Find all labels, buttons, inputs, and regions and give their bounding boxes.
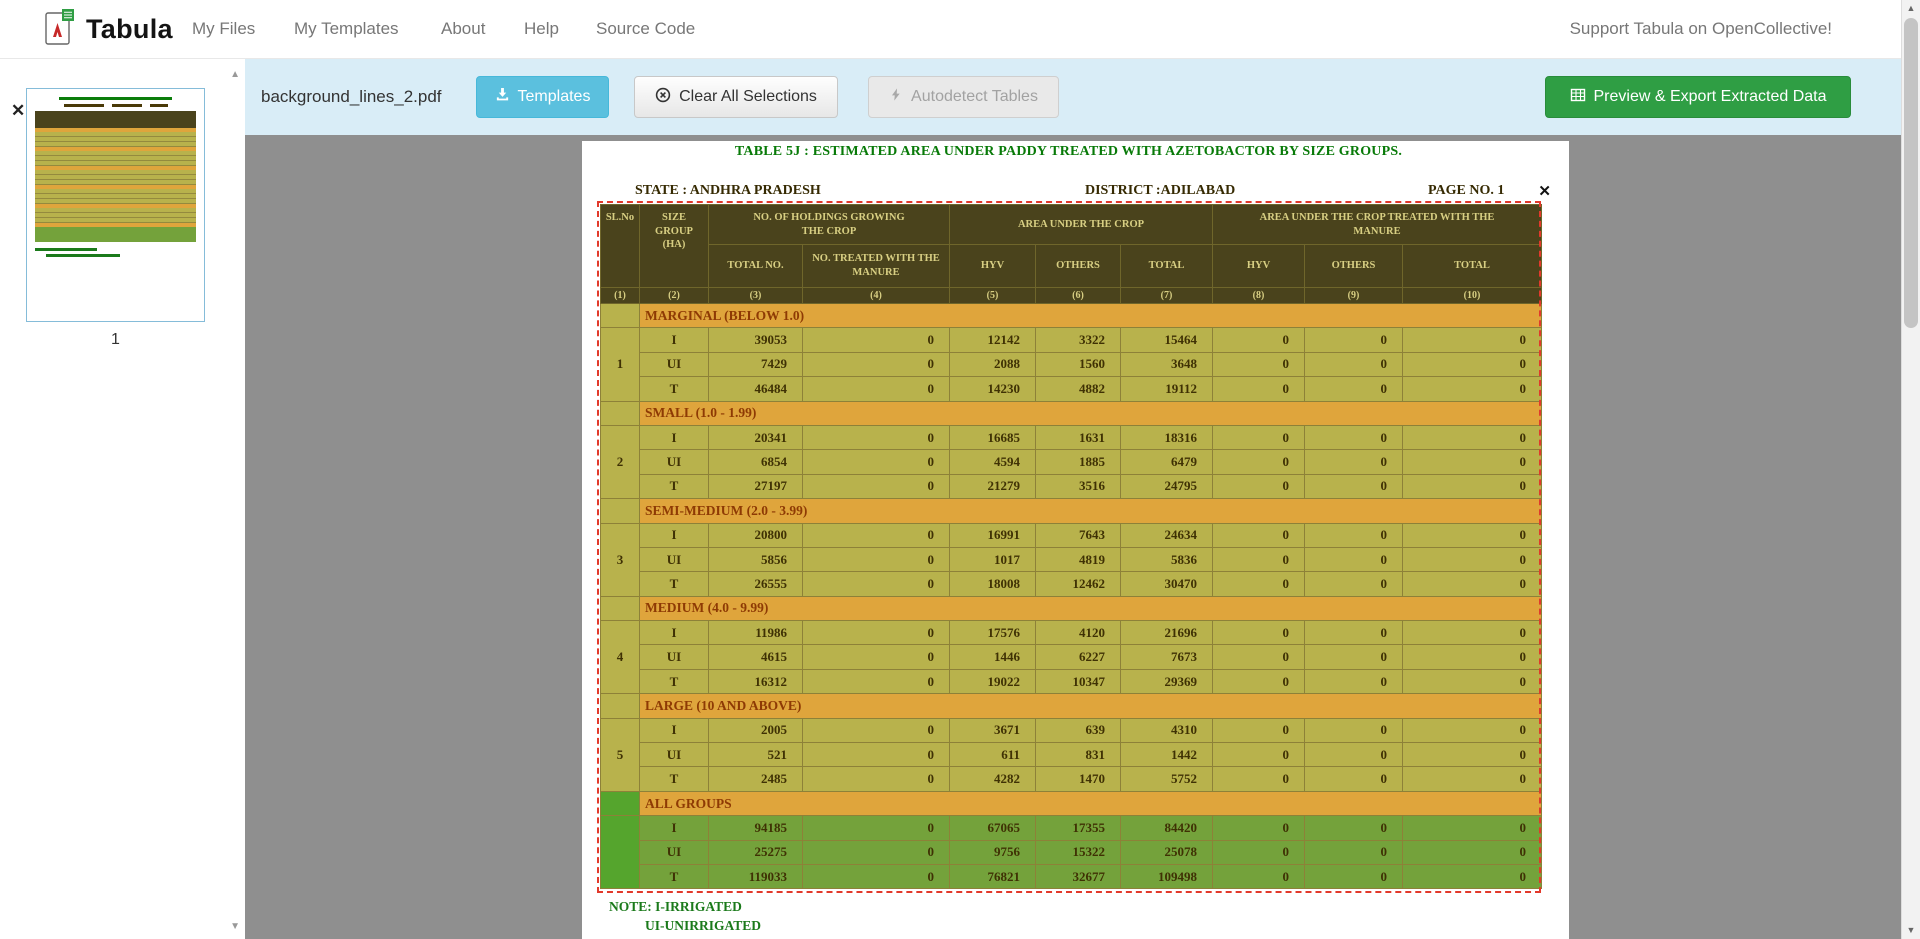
brand[interactable]: Tabula bbox=[45, 0, 173, 59]
document-title: TABLE 5J : ESTIMATED AREA UNDER PADDY TR… bbox=[600, 144, 1537, 160]
scrollbar-thumb[interactable] bbox=[1904, 18, 1918, 328]
toolbar: background_lines_2.pdf Templates bbox=[245, 59, 1901, 135]
nav-my-files[interactable]: My Files bbox=[192, 0, 255, 58]
filename-label: background_lines_2.pdf bbox=[261, 59, 442, 135]
pdf-page[interactable]: TABLE 5J : ESTIMATED AREA UNDER PADDY TR… bbox=[582, 141, 1569, 939]
page-no-label: PAGE NO. 1 bbox=[1428, 183, 1504, 199]
thumb-title-line bbox=[59, 97, 172, 100]
nav-source-code[interactable]: Source Code bbox=[596, 0, 695, 58]
table-grid-icon bbox=[1570, 87, 1586, 108]
scrollbar-down-icon[interactable]: ▼ bbox=[1902, 922, 1920, 939]
thumb-rows bbox=[35, 170, 196, 185]
page-number-label: 1 bbox=[26, 331, 205, 349]
sidebar: ✕ 1 ▲ ▼ bbox=[0, 59, 245, 939]
clear-circle-x-icon bbox=[655, 87, 671, 108]
templates-button-label: Templates bbox=[518, 88, 591, 106]
sidebar-scroll-up-icon[interactable]: ▲ bbox=[230, 69, 240, 80]
lightning-bolt-icon bbox=[889, 87, 903, 107]
preview-export-label: Preview & Export Extracted Data bbox=[1594, 88, 1827, 106]
note-line-1: NOTE: I-IRRIGATED bbox=[609, 899, 742, 915]
tabula-app: Tabula My Files My Templates About Help … bbox=[0, 0, 1920, 939]
clear-selections-label: Clear All Selections bbox=[679, 88, 817, 106]
thumb-notes bbox=[35, 248, 196, 257]
tabula-logo bbox=[45, 9, 75, 51]
main-area: background_lines_2.pdf Templates bbox=[245, 59, 1901, 939]
nav-help[interactable]: Help bbox=[524, 0, 559, 58]
district-label: DISTRICT :ADILABAD bbox=[1085, 183, 1235, 199]
clear-selections-button[interactable]: Clear All Selections bbox=[634, 76, 838, 118]
thumb-table-header bbox=[35, 111, 196, 128]
window-scrollbar[interactable]: ▲ ▼ bbox=[1901, 0, 1920, 939]
thumb-rows bbox=[35, 151, 196, 166]
sidebar-scroll-down-icon[interactable]: ▼ bbox=[230, 921, 240, 932]
thumb-rows bbox=[35, 189, 196, 204]
thumb-all-groups-rows bbox=[35, 227, 196, 242]
templates-icon bbox=[495, 87, 510, 107]
thumb-subtitle-line bbox=[35, 104, 196, 107]
navbar: Tabula My Files My Templates About Help … bbox=[0, 0, 1901, 59]
page-thumbnail[interactable] bbox=[26, 88, 205, 322]
thumb-rows bbox=[35, 208, 196, 223]
templates-button[interactable]: Templates bbox=[476, 76, 609, 118]
brand-title: Tabula bbox=[86, 14, 173, 45]
preview-export-button[interactable]: Preview & Export Extracted Data bbox=[1545, 76, 1851, 118]
selection-close-icon[interactable]: ✕ bbox=[1538, 182, 1551, 200]
nav-my-templates[interactable]: My Templates bbox=[294, 0, 399, 58]
note-line-2: UI-UNIRRIGATED bbox=[645, 918, 761, 934]
state-label: STATE : ANDHRA PRADESH bbox=[635, 183, 821, 199]
autodetect-tables-label: Autodetect Tables bbox=[911, 88, 1038, 106]
autodetect-tables-button[interactable]: Autodetect Tables bbox=[868, 76, 1059, 118]
pdf-viewer[interactable]: TABLE 5J : ESTIMATED AREA UNDER PADDY TR… bbox=[245, 135, 1901, 939]
table-selection[interactable]: ✕ bbox=[597, 201, 1541, 893]
support-link[interactable]: Support Tabula on OpenCollective! bbox=[1570, 0, 1832, 58]
nav-about[interactable]: About bbox=[441, 0, 485, 58]
delete-page-icon[interactable]: ✕ bbox=[11, 101, 25, 121]
thumb-rows bbox=[35, 132, 196, 147]
scrollbar-up-icon[interactable]: ▲ bbox=[1902, 0, 1920, 17]
